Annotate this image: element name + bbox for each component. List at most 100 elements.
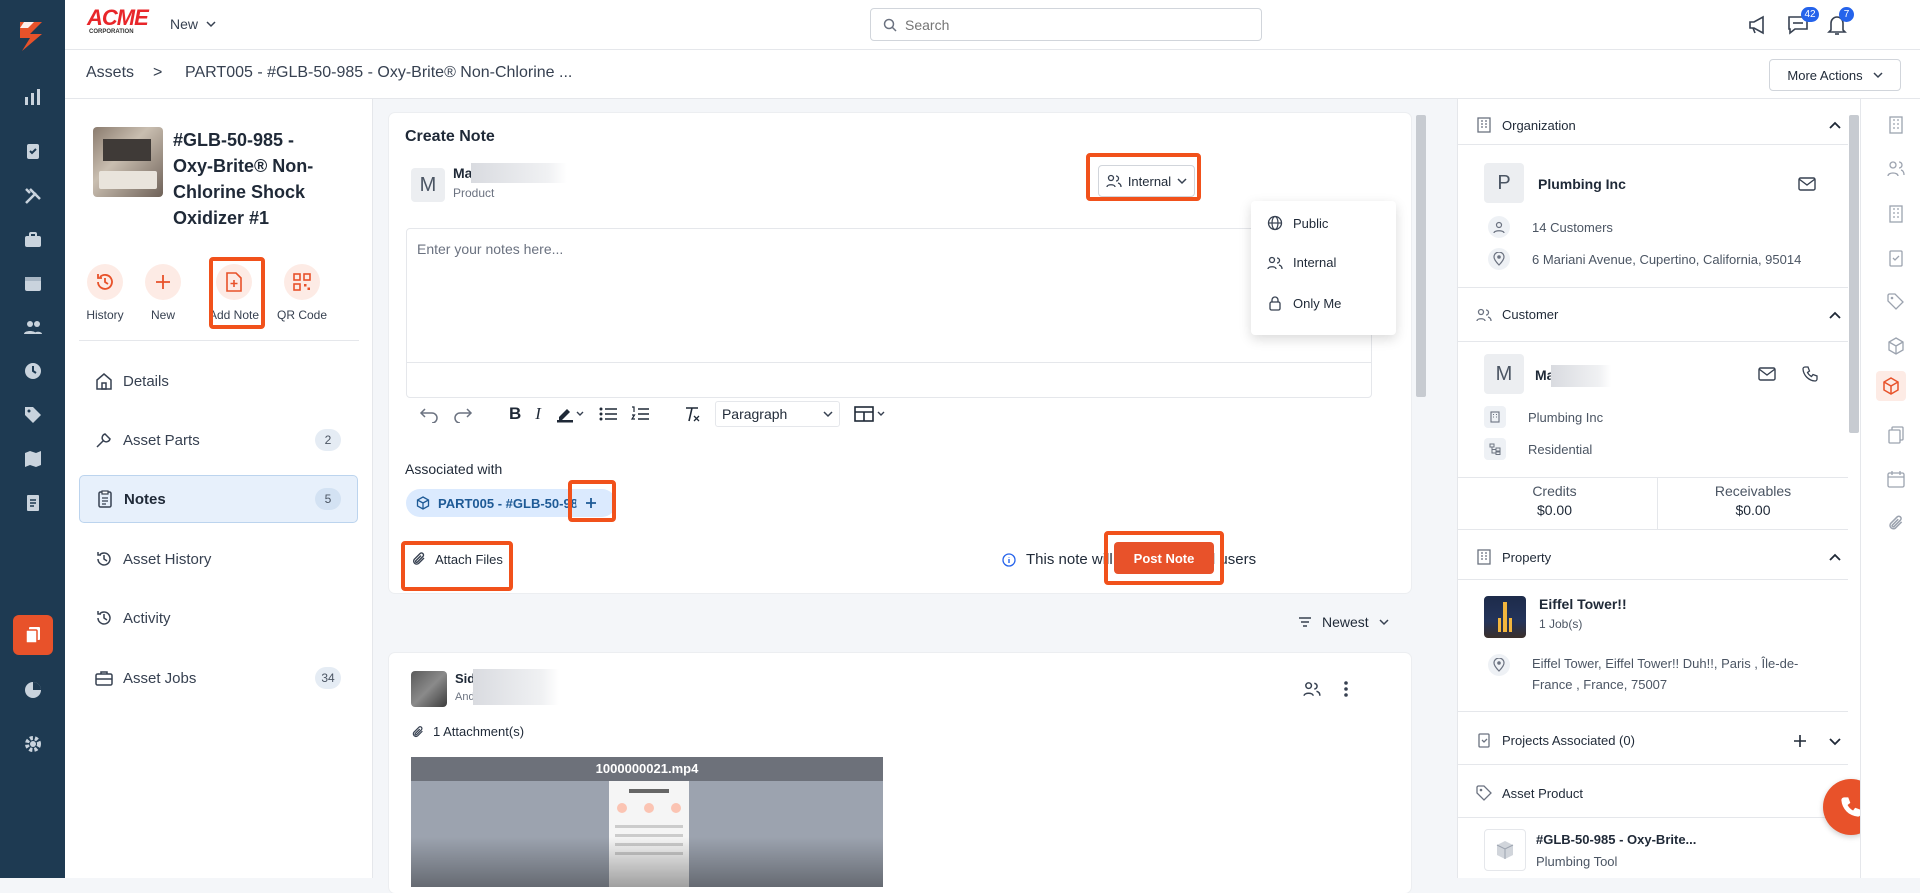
note-editor[interactable]: Enter your notes here... [406, 228, 1372, 398]
paragraph-format-select[interactable]: Paragraph [714, 401, 840, 427]
briefcase-icon[interactable] [20, 227, 46, 253]
visibility-option-public[interactable]: Public [1267, 215, 1328, 231]
history-action-button[interactable]: History [85, 264, 125, 322]
highlight-color-icon[interactable] [555, 405, 585, 423]
note-visibility-icon[interactable] [1303, 681, 1321, 697]
plus-icon[interactable] [1793, 734, 1807, 748]
documents-icon[interactable] [1887, 426, 1905, 444]
calendar-icon[interactable] [1887, 470, 1905, 488]
search-input[interactable] [905, 16, 1245, 33]
customer-organization: Plumbing Inc [1528, 410, 1604, 425]
tag-icon[interactable] [20, 402, 46, 428]
documents-icon[interactable] [13, 615, 53, 655]
chevron-up-icon[interactable] [1829, 311, 1841, 319]
bold-icon[interactable]: B [509, 404, 521, 424]
editor-toolbar-divider [407, 362, 1371, 363]
new-menu-button[interactable]: New [170, 16, 216, 32]
numbered-list-icon[interactable] [630, 406, 649, 422]
calendar-icon[interactable] [20, 270, 46, 296]
divider [1458, 764, 1848, 765]
property-name[interactable]: Eiffel Tower!! [1539, 596, 1627, 612]
redo-icon[interactable] [453, 405, 473, 423]
add-association-highlight [568, 480, 616, 522]
phone-icon [1841, 797, 1861, 817]
option-label: Only Me [1293, 295, 1342, 311]
organization-header-label: Organization [1502, 117, 1576, 133]
building-icon [1484, 406, 1506, 428]
mail-icon[interactable] [1798, 177, 1816, 191]
users-icon[interactable] [1887, 160, 1905, 178]
breadcrumb-assets-link[interactable]: Assets [86, 64, 134, 82]
customer-type: Residential [1528, 442, 1593, 457]
count-badge: 2 [315, 429, 341, 451]
create-note-title: Create Note [405, 128, 495, 145]
clipboard-check-icon[interactable] [1887, 249, 1905, 267]
chevron-up-icon[interactable] [1829, 121, 1841, 129]
clock-icon[interactable] [20, 358, 46, 384]
sidebar-item-asset-history[interactable]: Asset History [79, 539, 357, 579]
more-actions-button[interactable]: More Actions [1769, 59, 1901, 91]
video-attachment[interactable]: 1000000021.mp4 [411, 757, 883, 887]
right-rail [1860, 99, 1920, 878]
note-author-role: And [455, 691, 475, 703]
divider [1458, 711, 1848, 712]
center-scrollbar[interactable] [1415, 99, 1427, 878]
more-options-icon[interactable] [1343, 680, 1349, 698]
sort-icon [1299, 617, 1311, 627]
app-sidebar [0, 0, 65, 878]
tools-icon[interactable] [20, 183, 46, 209]
paperclip-icon[interactable] [1887, 514, 1905, 532]
visibility-option-only-me[interactable]: Only Me [1267, 295, 1341, 311]
search-icon [883, 18, 897, 32]
chevron-down-icon[interactable] [1829, 738, 1841, 746]
clear-format-icon[interactable] [683, 405, 701, 423]
search-box[interactable] [870, 8, 1262, 41]
divider [1458, 579, 1848, 580]
redacted-name-blur [473, 669, 559, 705]
table-icon[interactable] [854, 405, 890, 423]
organization-name[interactable]: Plumbing Inc [1538, 176, 1626, 192]
settings-gear-icon[interactable] [20, 731, 46, 757]
right-scrollbar[interactable] [1849, 99, 1859, 878]
history-action-label: History [86, 308, 124, 322]
tag-icon[interactable] [1887, 293, 1905, 311]
location-pin-icon [1488, 248, 1510, 270]
pie-chart-icon[interactable] [20, 677, 46, 703]
info-icon [1002, 552, 1016, 567]
italic-icon[interactable]: I [535, 404, 541, 424]
author-role: Product [453, 186, 495, 200]
bullet-list-icon[interactable] [599, 406, 617, 422]
credits-label: Credits [1532, 483, 1577, 499]
new-action-button[interactable]: New [143, 264, 183, 322]
invoice-icon[interactable] [20, 490, 46, 516]
breadcrumb-current: PART005 - #GLB-50-985 - Oxy-Brite® Non-C… [185, 64, 573, 81]
globe-icon [1267, 215, 1283, 231]
clipboard-icon[interactable] [20, 138, 46, 164]
visibility-option-internal[interactable]: Internal [1267, 255, 1336, 270]
sidebar-item-activity[interactable]: Activity [79, 598, 357, 638]
scrollbar-thumb[interactable] [1416, 115, 1426, 397]
undo-icon[interactable] [419, 405, 439, 423]
building-icon[interactable] [1887, 205, 1905, 223]
building-icon[interactable] [1887, 116, 1905, 134]
app-logo-icon[interactable] [14, 18, 50, 54]
scrollbar-thumb[interactable] [1849, 115, 1859, 433]
chevron-up-icon[interactable] [1829, 553, 1841, 561]
cube-icon [416, 496, 430, 510]
dashboard-icon[interactable] [20, 84, 46, 110]
sort-dropdown[interactable]: Newest [1298, 614, 1389, 630]
users-icon[interactable] [20, 314, 46, 340]
phone-icon[interactable] [1802, 366, 1818, 382]
map-icon[interactable] [20, 446, 46, 472]
qr-code-action-button[interactable]: QR Code [276, 264, 328, 322]
asset-rail-active-item[interactable] [1876, 371, 1906, 401]
mail-icon[interactable] [1758, 367, 1776, 381]
announcement-icon[interactable] [1747, 14, 1769, 36]
sidebar-item-label: Asset Parts [123, 431, 200, 449]
paragraph-format-label: Paragraph [721, 406, 788, 422]
cube-icon[interactable] [1887, 337, 1905, 355]
sidebar-item-label: Notes [124, 490, 166, 508]
asset-product-name[interactable]: #GLB-50-985 - Oxy-Brite... [1536, 832, 1696, 847]
sidebar-item-details[interactable]: Details [79, 361, 357, 401]
associated-with-label: Associated with [405, 461, 503, 477]
